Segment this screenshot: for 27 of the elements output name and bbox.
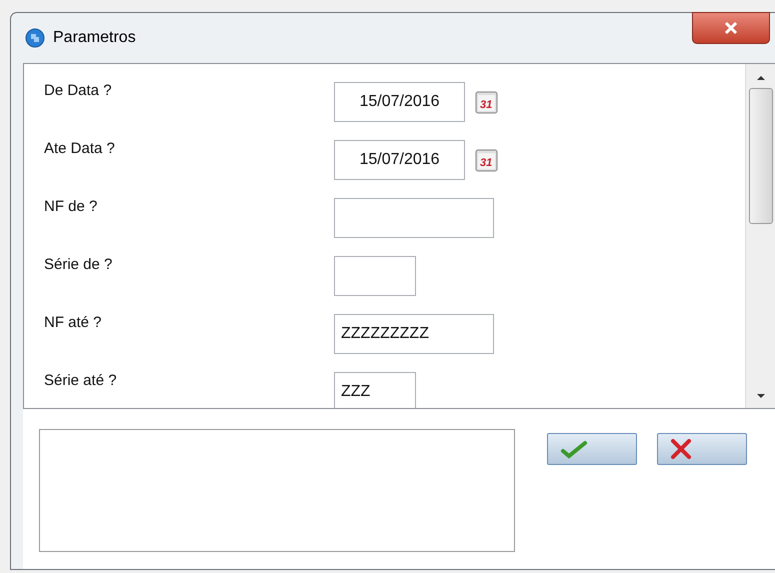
field-label: Série de ? xyxy=(44,255,114,275)
input-field[interactable]: ZZZ xyxy=(334,372,416,408)
cancel-button[interactable] xyxy=(657,433,747,465)
input-field[interactable] xyxy=(334,256,416,296)
checkmark-icon xyxy=(560,439,588,459)
confirm-button[interactable] xyxy=(547,433,637,465)
input-field[interactable] xyxy=(334,198,494,238)
x-icon xyxy=(670,439,692,459)
scroll-thumb[interactable] xyxy=(748,88,772,224)
field-label: Ate Data ? xyxy=(44,139,116,159)
scroll-up-icon[interactable] xyxy=(756,74,766,82)
text-area[interactable] xyxy=(39,429,515,552)
globe-icon xyxy=(25,28,45,48)
window-title: Parametros xyxy=(53,29,136,47)
calendar-icon[interactable]: 31 xyxy=(475,90,499,115)
input-field[interactable]: ZZZZZZZZZ xyxy=(334,314,494,354)
close-button[interactable] xyxy=(692,12,770,44)
input-field[interactable]: 15/07/2016 xyxy=(334,140,465,180)
scroll-down-icon[interactable] xyxy=(756,392,766,400)
field-label: NF de ? xyxy=(44,197,98,217)
scrollbar[interactable] xyxy=(745,64,775,408)
calendar-icon[interactable]: 31 xyxy=(475,148,499,173)
field-label: De Data ? xyxy=(44,81,113,101)
field-label: Série até ? xyxy=(44,371,118,391)
close-icon xyxy=(723,21,739,35)
input-field[interactable]: 15/07/2016 xyxy=(334,82,465,122)
field-label: NF até ? xyxy=(44,313,103,333)
